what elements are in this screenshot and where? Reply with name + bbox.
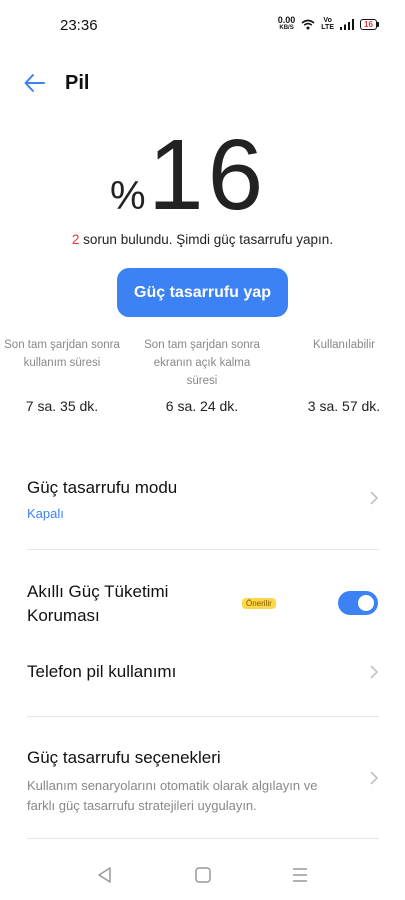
chevron-right-icon bbox=[370, 491, 379, 505]
issues-message: 2 sorun bulundu. Şimdi güç tasarrufu yap… bbox=[0, 232, 405, 247]
network-speed-value: 0.00 bbox=[277, 15, 296, 25]
header: Pil bbox=[0, 60, 405, 105]
power-saving-mode-row[interactable]: Güç tasarrufu modu Kapalı bbox=[27, 476, 379, 526]
stat-label: Son tam şarjdan sonra ekranın açık kalma… bbox=[144, 339, 260, 387]
toggle-knob bbox=[358, 595, 374, 611]
chevron-right-icon bbox=[370, 665, 379, 679]
page-title: Pil bbox=[65, 72, 90, 94]
stat-label: Son tam şarjdan sonra kullanım süresi bbox=[4, 339, 120, 369]
smart-protection-row[interactable]: Akıllı Güç Tüketimi Koruması bbox=[27, 580, 237, 628]
percent-value: 16 bbox=[148, 119, 268, 231]
clock: 23:36 bbox=[60, 17, 98, 34]
volte-bottom-label: LTE bbox=[321, 24, 334, 31]
divider bbox=[27, 838, 379, 839]
divider bbox=[27, 549, 379, 550]
phone-battery-usage-row[interactable]: Telefon pil kullanımı bbox=[27, 660, 379, 684]
stat-label: Kullanılabilir bbox=[312, 339, 375, 351]
volte-top-label: Vo bbox=[323, 17, 332, 24]
status-icons: 0.00 KB/S Vo LTE 16 bbox=[278, 16, 379, 32]
stat-screen-on-time: Son tam şarjdan sonra ekranın açık kalma… bbox=[140, 336, 264, 414]
issue-text: sorun bulundu. Şimdi güç tasarrufu yapın… bbox=[79, 232, 334, 247]
power-saving-mode-title: Güç tasarrufu modu bbox=[27, 478, 178, 497]
stat-value: 3 sa. 57 dk. bbox=[307, 398, 381, 414]
wifi-icon bbox=[301, 19, 315, 29]
network-speed: 0.00 KB/S bbox=[278, 16, 296, 32]
divider bbox=[27, 716, 379, 717]
network-speed-unit: KB/S bbox=[279, 25, 294, 31]
phone-battery-usage-title: Telefon pil kullanımı bbox=[27, 662, 177, 681]
volte-indicator: Vo LTE bbox=[321, 17, 334, 31]
smart-protection-toggle[interactable] bbox=[338, 591, 378, 615]
recommended-badge: Önerilir bbox=[242, 598, 276, 609]
power-saving-mode-status: Kapalı bbox=[27, 506, 64, 521]
menu-lines-icon[interactable] bbox=[290, 865, 310, 885]
chevron-right-icon bbox=[370, 771, 379, 785]
power-saving-options-row[interactable]: Güç tasarrufu seçenekleri Kullanım senar… bbox=[27, 746, 379, 816]
stat-available-time: Kullanılabilir 3 sa. 57 dk. bbox=[290, 336, 398, 414]
smart-protection-title: Akıllı Güç Tüketimi Koruması bbox=[27, 582, 169, 625]
percent-sign: % bbox=[110, 174, 146, 218]
battery-level: 16 bbox=[360, 18, 377, 30]
power-saving-options-title: Güç tasarrufu seçenekleri bbox=[27, 748, 221, 767]
square-home-icon[interactable] bbox=[193, 865, 213, 885]
back-arrow-icon[interactable] bbox=[22, 70, 48, 96]
signal-icon bbox=[340, 18, 354, 30]
stat-usage-time: Son tam şarjdan sonra kullanım süresi 7 … bbox=[0, 336, 124, 414]
power-saving-options-desc: Kullanım senaryolarını otomatik olarak a… bbox=[27, 778, 318, 813]
navigation-bar bbox=[0, 855, 405, 895]
save-power-button[interactable]: Güç tasarrufu yap bbox=[117, 268, 288, 317]
stat-value: 7 sa. 35 dk. bbox=[25, 398, 99, 414]
status-bar: 23:36 0.00 KB/S Vo LTE 16 bbox=[0, 0, 405, 50]
stat-value: 6 sa. 24 dk. bbox=[165, 398, 239, 414]
triangle-back-icon[interactable] bbox=[95, 865, 115, 885]
battery-icon: 16 bbox=[360, 18, 379, 30]
